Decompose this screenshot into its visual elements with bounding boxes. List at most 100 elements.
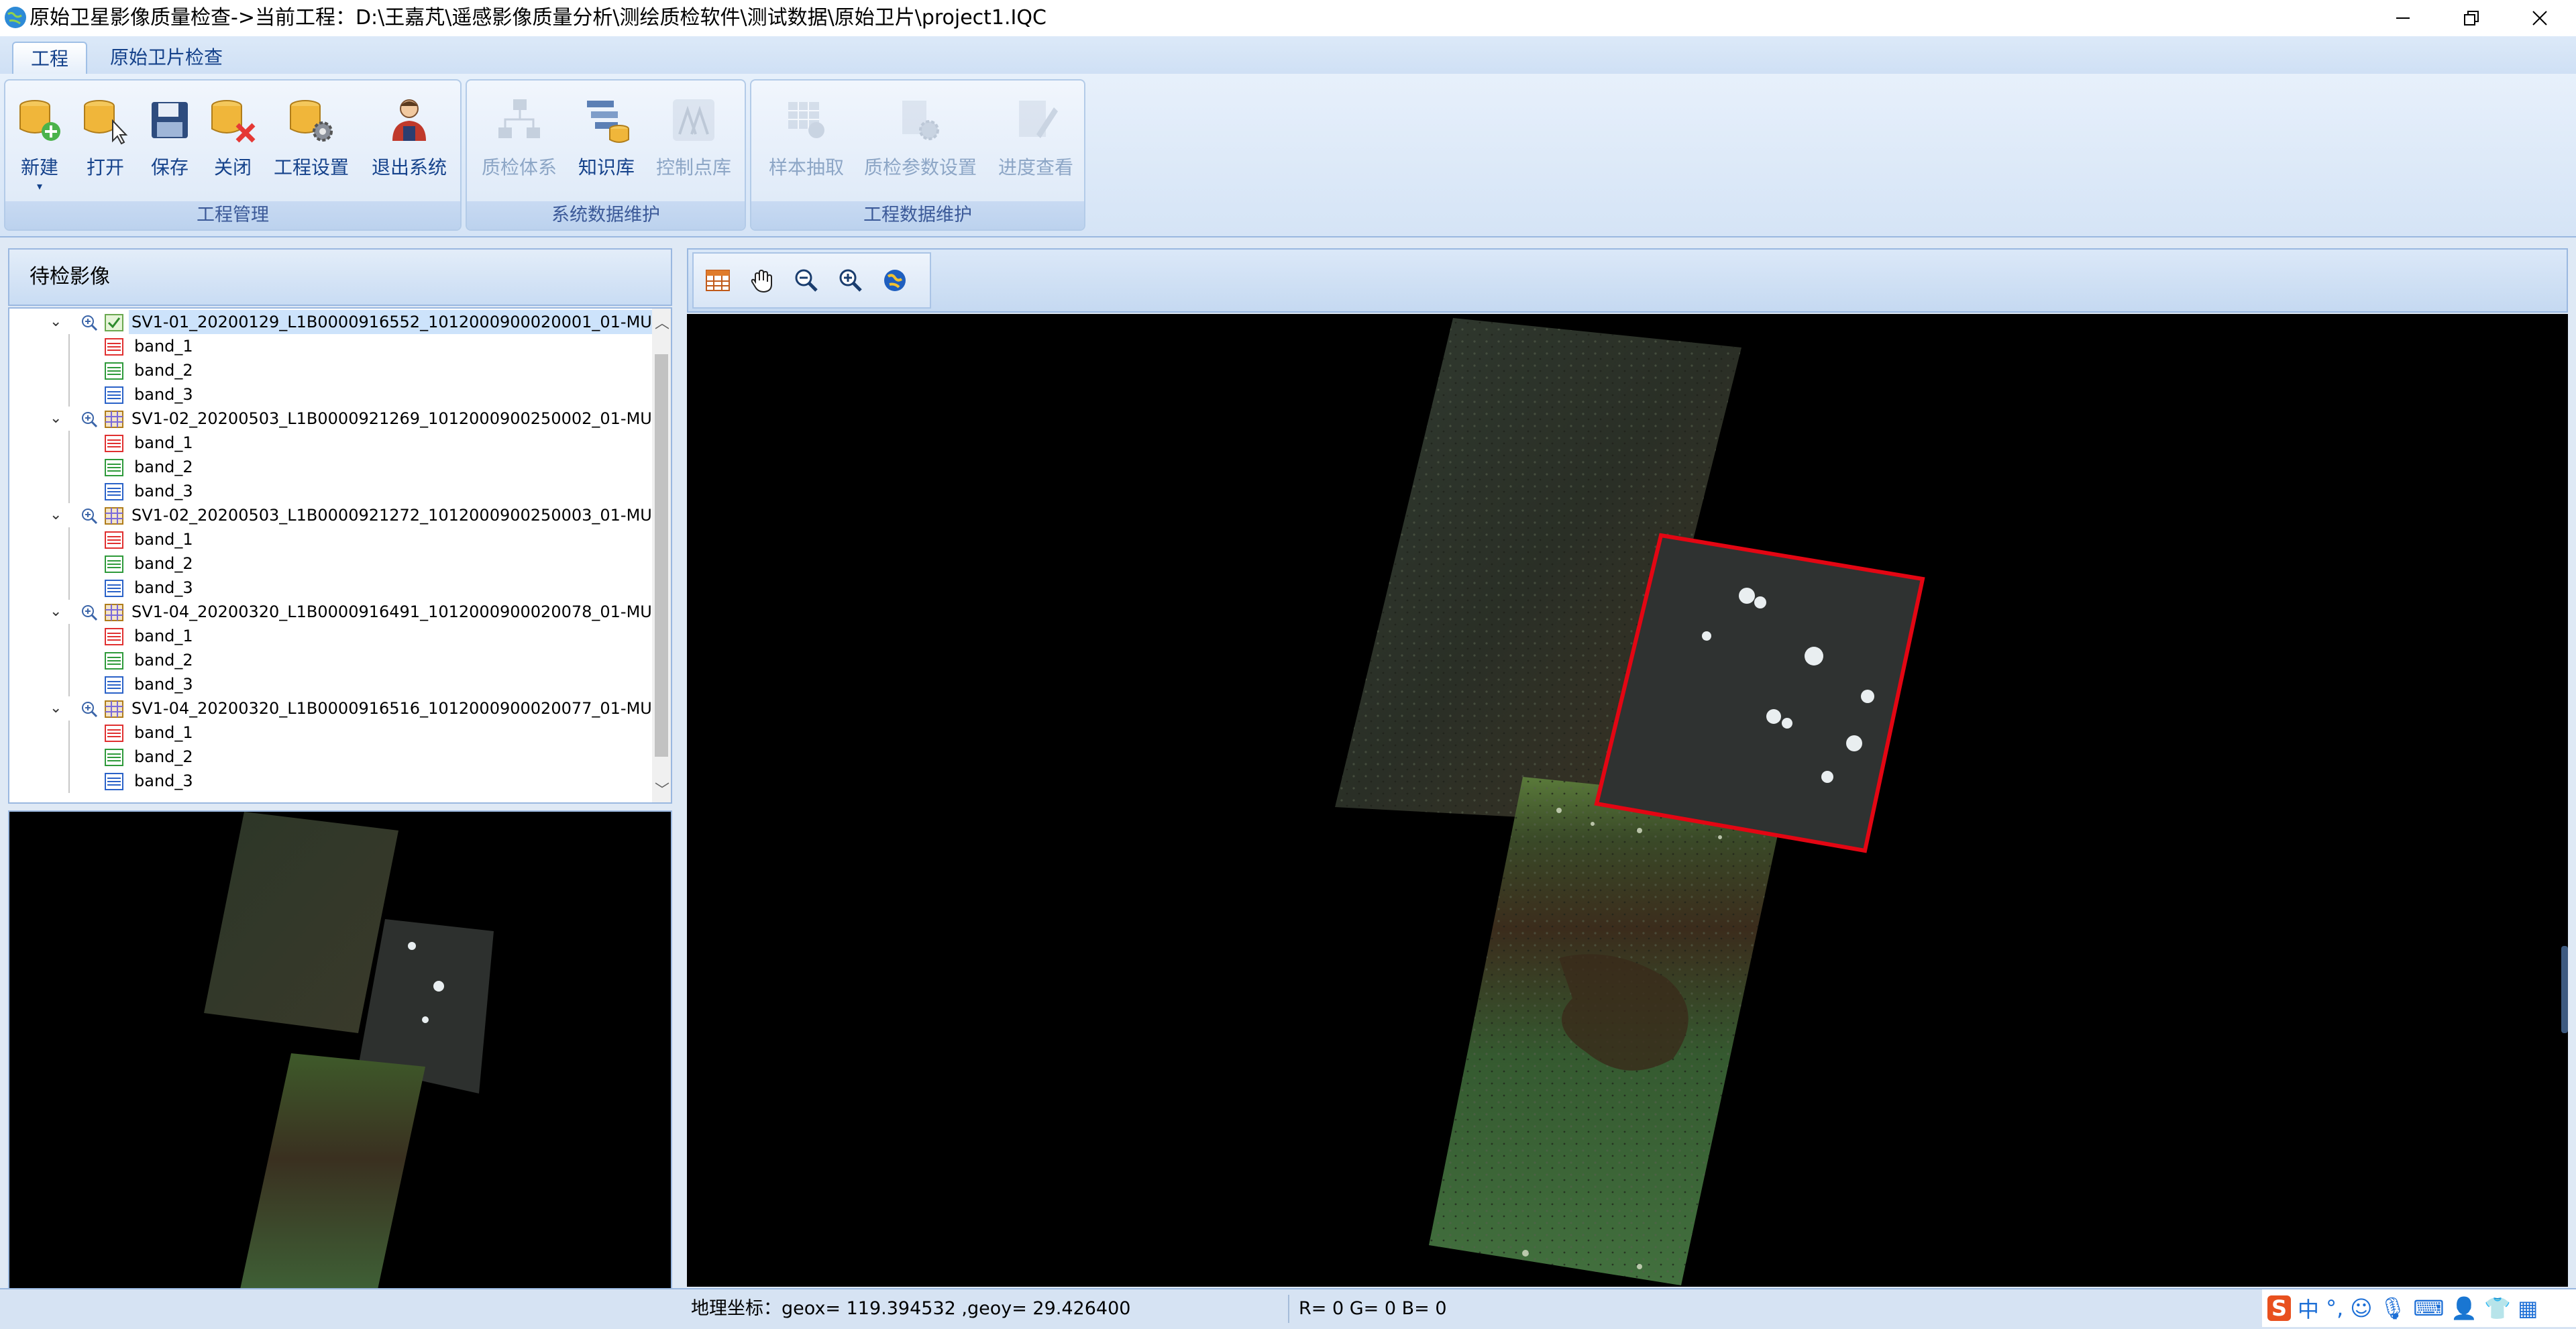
pending-images-header: 待检影像 — [8, 248, 672, 306]
qc-system-button[interactable]: 质检体系 — [482, 94, 557, 180]
expand-chevron-icon[interactable]: ⌄ — [50, 503, 62, 527]
app-globe-icon — [5, 7, 26, 28]
tree-scroll-thumb[interactable] — [655, 354, 668, 757]
map-scroll-indicator[interactable] — [2561, 946, 2568, 1033]
tree-line — [68, 551, 70, 576]
layer-grid-icon[interactable] — [105, 411, 123, 428]
zoom-in-button[interactable] — [833, 263, 868, 298]
band-name[interactable]: band_3 — [134, 382, 193, 407]
skin-shirt-icon[interactable]: 👕 — [2484, 1295, 2511, 1321]
project-settings-button[interactable]: 工程设置 — [274, 94, 349, 180]
user-icon[interactable]: 👤 — [2451, 1295, 2477, 1321]
pan-button[interactable] — [745, 263, 780, 298]
layer-grid-icon[interactable] — [105, 604, 123, 621]
band-layer-icon — [105, 531, 123, 549]
band-layer-icon — [105, 773, 123, 790]
toolbox-grid-icon[interactable]: ▦ — [2518, 1295, 2538, 1321]
zoom-out-button[interactable] — [789, 263, 824, 298]
band-layer-icon — [105, 338, 123, 356]
progress-view-button[interactable]: 进度查看 — [998, 94, 1073, 180]
ime-toolbar[interactable]: S 中 °, ☺ 🎙 ⌨ 👤 👕 ▦ — [2262, 1289, 2576, 1327]
keyboard-icon[interactable]: ⌨ — [2413, 1295, 2444, 1321]
close-button[interactable] — [2509, 0, 2571, 36]
parameter-settings-icon — [902, 101, 939, 140]
title-bar: 原始卫星影像质量检查->当前工程：D:\王嘉芃\遥感影像质量分析\测绘质检软件\… — [0, 0, 2576, 36]
sample-extraction-button[interactable]: 样本抽取 — [769, 94, 844, 180]
image-name[interactable]: SV1-02_20200503_L1B0000921269_1012000900… — [129, 407, 665, 431]
zoom-to-layer-icon[interactable] — [80, 604, 98, 621]
tree-line — [68, 358, 70, 382]
status-divider — [1288, 1295, 1289, 1323]
zoom-to-layer-icon[interactable] — [80, 700, 98, 718]
expand-chevron-icon[interactable]: ⌄ — [50, 310, 62, 334]
expand-chevron-icon[interactable]: ⌄ — [50, 407, 62, 431]
band-name[interactable]: band_2 — [134, 551, 193, 576]
save-button[interactable]: 保存 — [144, 94, 196, 180]
band-name[interactable]: band_3 — [134, 479, 193, 503]
band-name[interactable]: band_1 — [134, 431, 193, 455]
chinese-mode-icon[interactable]: 中 — [2298, 1293, 2319, 1324]
layer-grid-icon[interactable] — [105, 700, 123, 718]
map-view[interactable] — [687, 314, 2568, 1287]
zoom-to-layer-icon[interactable] — [80, 314, 98, 331]
image-name[interactable]: SV1-01_20200129_L1B0000916552_1012000900… — [129, 310, 666, 334]
band-name[interactable]: band_1 — [134, 721, 193, 745]
tree-line — [68, 672, 70, 696]
ribbon-tab-strip: 工程 原始卫片检查 — [0, 36, 2576, 75]
tree-scrollbar[interactable]: ︿ ﹀ — [652, 309, 671, 802]
status-bar: 地理坐标：geox= 119.394532 ,geoy= 29.426400 R… — [0, 1288, 2576, 1329]
band-name[interactable]: band_1 — [134, 624, 193, 648]
tree-line — [68, 648, 70, 672]
expand-chevron-icon[interactable]: ⌄ — [50, 600, 62, 624]
microphone-icon[interactable]: 🎙 — [2379, 1295, 2407, 1321]
attribute-table-button[interactable] — [700, 263, 735, 298]
tab-project[interactable]: 工程 — [12, 42, 88, 75]
image-name[interactable]: SV1-04_20200320_L1B0000916491_1012000900… — [129, 600, 665, 624]
dropdown-arrow-icon: ▾ — [36, 180, 43, 193]
tab-raw-image-inspection[interactable]: 原始卫片检查 — [93, 42, 240, 74]
qc-parameter-settings-button[interactable]: 质检参数设置 — [864, 94, 977, 180]
zoom-to-layer-icon[interactable] — [80, 411, 98, 428]
band-layer-icon — [105, 386, 123, 404]
image-tree: ⌄ SV1-01_20200129_L1B0000916552_101200090… — [8, 307, 672, 804]
user-exit-icon — [392, 99, 426, 141]
expand-chevron-icon[interactable]: ⌄ — [50, 696, 62, 721]
sample-extraction-label: 样本抽取 — [769, 156, 845, 178]
close-project-button[interactable]: 关闭 — [207, 94, 259, 180]
minimize-button[interactable] — [2372, 0, 2434, 36]
band-name[interactable]: band_2 — [134, 745, 193, 769]
band-layer-icon — [105, 725, 123, 742]
band-name[interactable]: band_1 — [134, 527, 193, 551]
group-system-data: 质检体系 知识库 控制点库 系统数据维护 — [466, 79, 746, 231]
band-name[interactable]: band_3 — [134, 769, 193, 793]
image-name[interactable]: SV1-04_20200320_L1B0000916516_1012000900… — [129, 696, 665, 721]
full-extent-button[interactable] — [877, 263, 912, 298]
band-name[interactable]: band_2 — [134, 358, 193, 382]
scroll-down-icon[interactable]: ﹀ — [655, 778, 669, 800]
band-name[interactable]: band_3 — [134, 576, 193, 600]
overview-map[interactable] — [8, 810, 672, 1319]
knowledge-base-label: 知识库 — [578, 156, 635, 178]
open-button[interactable]: 打开 — [79, 94, 131, 180]
control-point-library-button[interactable]: 控制点库 — [656, 94, 731, 180]
zoom-to-layer-icon[interactable] — [80, 507, 98, 525]
image-name[interactable]: SV1-02_20200503_L1B0000921272_1012000900… — [129, 503, 665, 527]
band-name[interactable]: band_2 — [134, 455, 193, 479]
emoji-icon[interactable]: ☺ — [2350, 1295, 2372, 1321]
band-name[interactable]: band_2 — [134, 648, 193, 672]
layer-checked-icon[interactable] — [105, 314, 123, 331]
new-database-icon — [19, 100, 60, 141]
new-button[interactable]: 新建 ▾ — [13, 94, 66, 193]
exit-system-button[interactable]: 退出系统 — [372, 94, 447, 180]
knowledge-base-button[interactable]: 知识库 — [578, 94, 635, 180]
restore-button[interactable] — [2440, 0, 2502, 36]
band-name[interactable]: band_3 — [134, 672, 193, 696]
punctuation-icon[interactable]: °, — [2326, 1295, 2343, 1321]
scroll-up-icon[interactable]: ︿ — [655, 311, 669, 333]
open-database-icon — [84, 100, 128, 145]
layer-grid-icon[interactable] — [105, 507, 123, 525]
tree-line — [68, 455, 70, 479]
tree-line — [68, 745, 70, 769]
sogou-logo-icon[interactable]: S — [2267, 1295, 2292, 1321]
band-name[interactable]: band_1 — [134, 334, 193, 358]
